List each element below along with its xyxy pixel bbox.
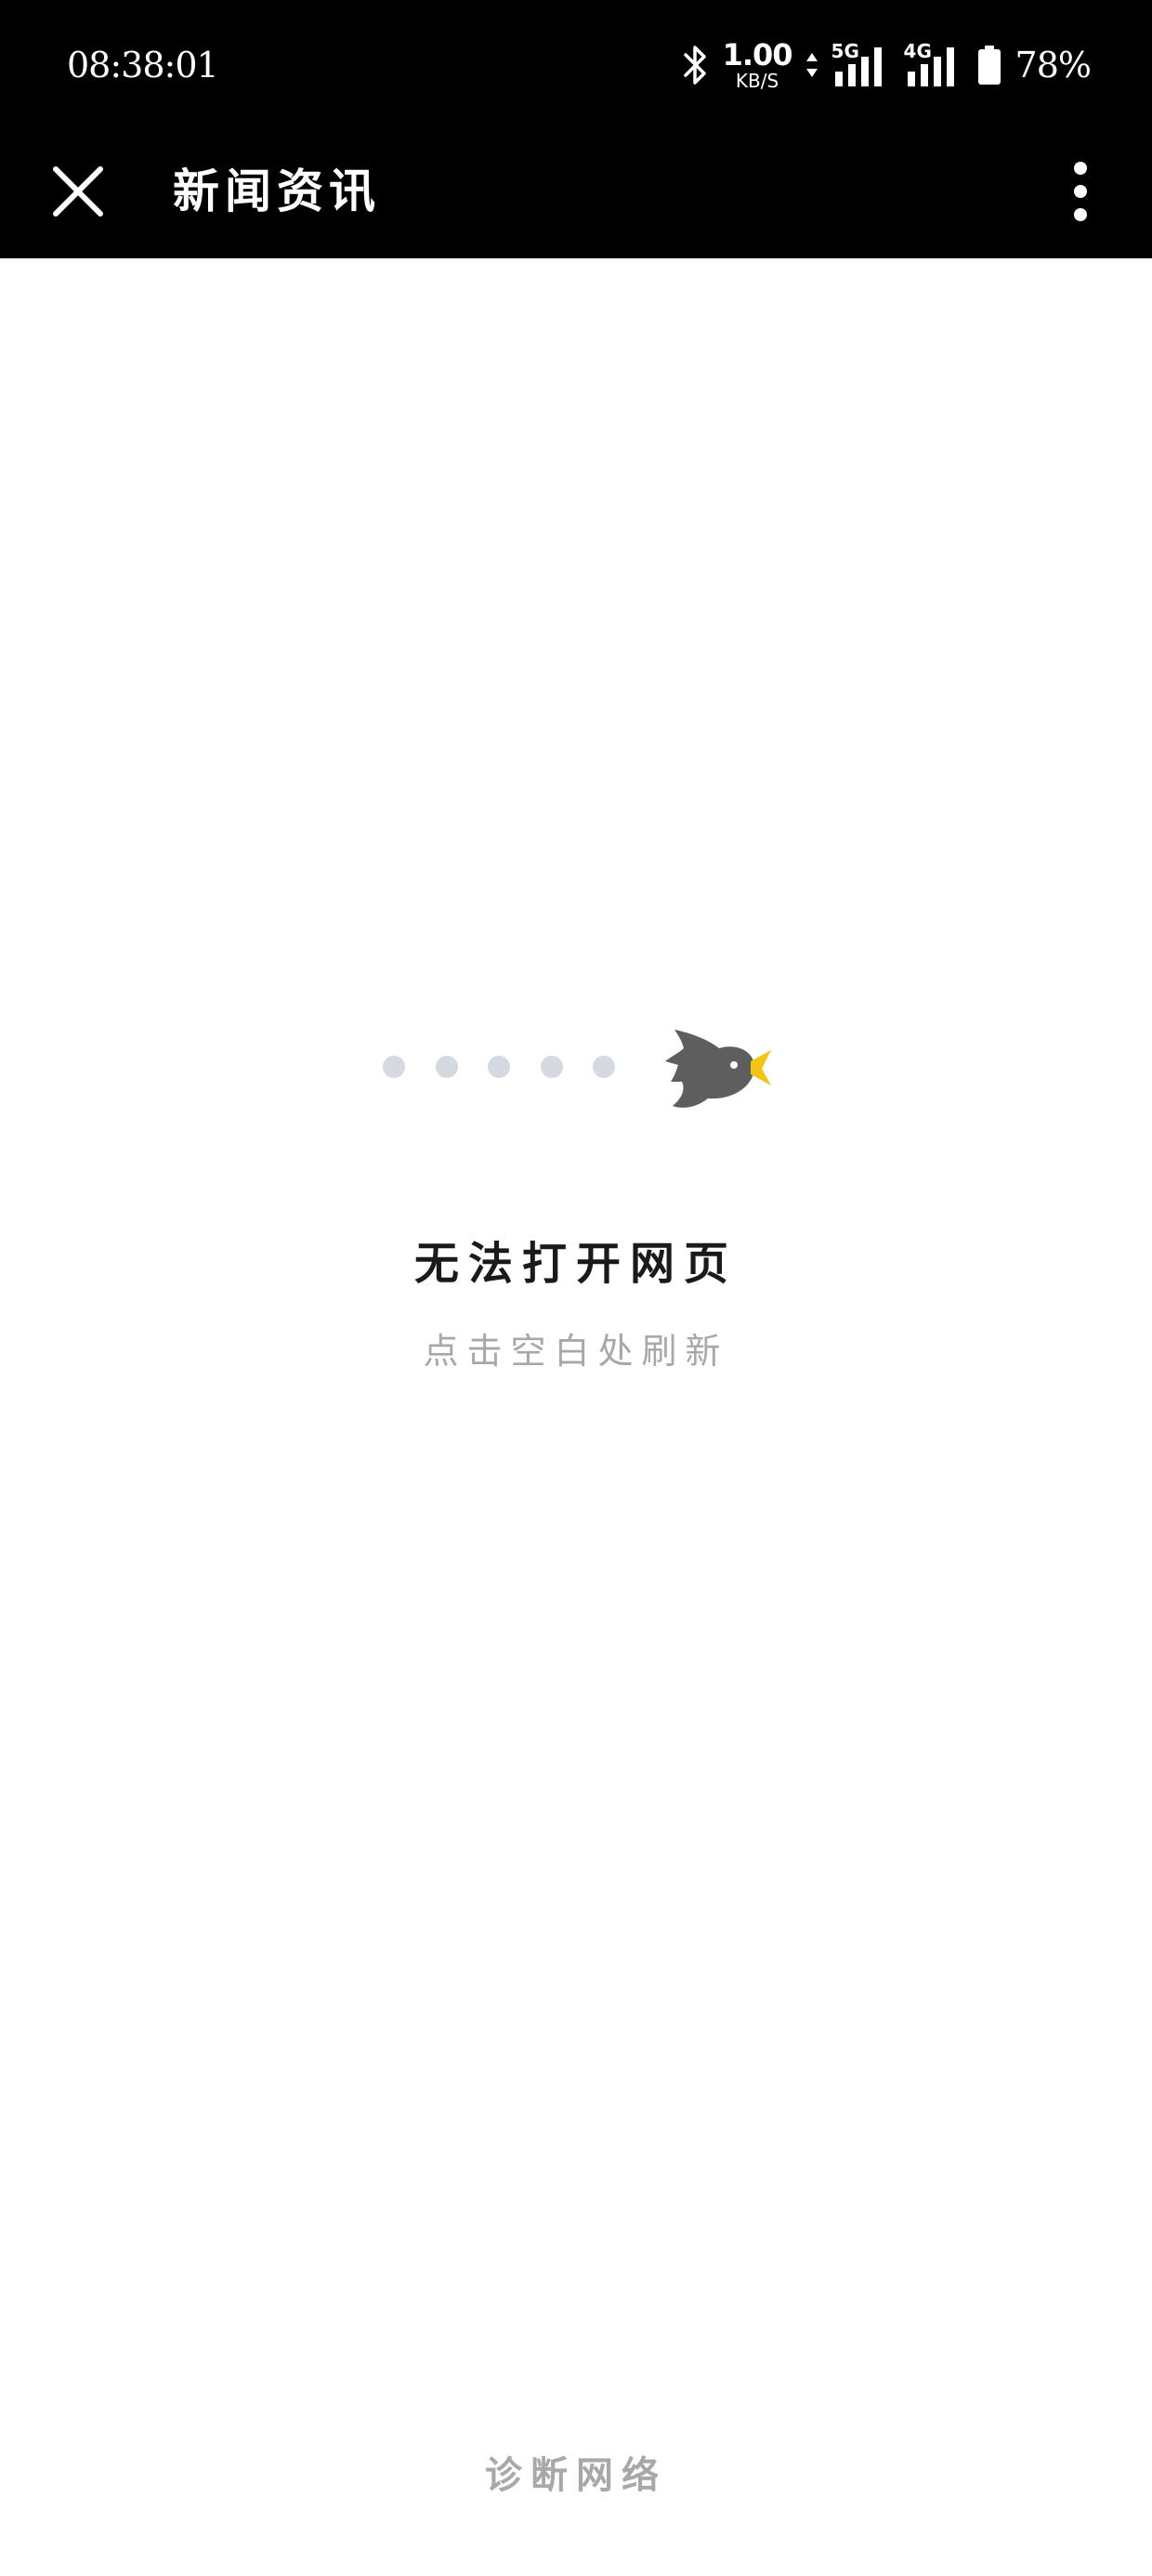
error-title: 无法打开网页 (413, 1238, 738, 1290)
status-time: 08:38:01 (67, 45, 219, 85)
title-bar: 新闻资讯 (0, 132, 1152, 258)
loading-illustration (0, 1002, 1152, 1132)
more-options-button[interactable] (1057, 145, 1104, 238)
progress-dot (436, 1056, 458, 1078)
signal-4g-icon: 4G (904, 42, 963, 88)
progress-dot (488, 1056, 510, 1078)
bird-icon (661, 1020, 773, 1113)
progress-dot (541, 1056, 563, 1078)
refresh-area[interactable]: 无法打开网页 点击空白处刷新 诊断网络 (0, 258, 1152, 2576)
status-indicators: 1.00 KB/S 5G 4G 78% (682, 37, 1092, 93)
progress-dot (593, 1056, 615, 1078)
more-vertical-icon (1057, 162, 1104, 242)
page-title: 新闻资讯 (173, 164, 381, 218)
bluetooth-icon (682, 44, 710, 86)
network-speed-unit: KB/S (735, 70, 779, 92)
refresh-hint: 点击空白处刷新 (423, 1331, 729, 1372)
diagnose-network-link[interactable]: 诊断网络 (0, 2450, 1152, 2502)
network-speed-value: 1.00 (722, 37, 793, 72)
close-button[interactable] (46, 160, 110, 223)
battery-percent: 78% (1015, 45, 1092, 85)
network-speed: 1.00 KB/S (722, 37, 793, 92)
signal-5g-icon: 5G (831, 42, 891, 88)
progress-dot (383, 1056, 405, 1078)
status-bar: 08:38:01 1.00 KB/S 5G 4G 78% (0, 0, 1152, 132)
data-arrows-icon (805, 51, 818, 79)
close-icon (46, 166, 110, 227)
battery-icon (976, 44, 1002, 86)
webview-page: 08:38:01 1.00 KB/S 5G 4G 78% 新闻资讯 无法打开网页… (0, 0, 1152, 2576)
